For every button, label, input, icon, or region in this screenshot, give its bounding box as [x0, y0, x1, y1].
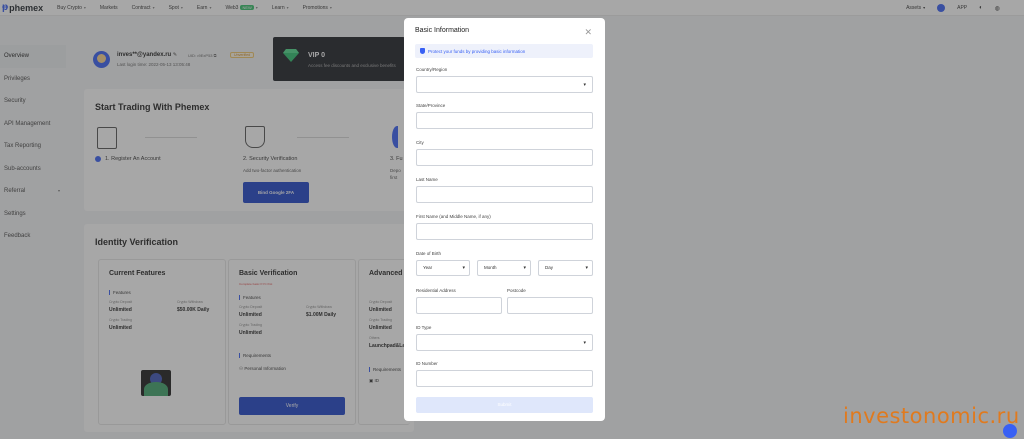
- modal-title: Basic Information: [415, 27, 470, 34]
- postcode-input[interactable]: [507, 297, 593, 314]
- caret-down-icon: ▾: [523, 265, 526, 271]
- id-type-select[interactable]: ▾: [416, 334, 593, 351]
- id-number-label: ID Number: [416, 361, 438, 366]
- last-name-label: Last Name: [416, 177, 438, 182]
- close-icon[interactable]: ✕: [584, 27, 592, 38]
- first-name-input[interactable]: [416, 223, 593, 240]
- country-select[interactable]: ▾: [416, 76, 593, 93]
- city-label: City: [416, 140, 424, 145]
- city-input[interactable]: [416, 149, 593, 166]
- basic-information-modal: Basic Information ✕ Protect your funds b…: [404, 18, 605, 421]
- address-label: Residential Address: [416, 288, 456, 293]
- info-banner: Protect your funds by providing basic in…: [415, 44, 593, 58]
- id-number-input[interactable]: [416, 370, 593, 387]
- state-input[interactable]: [416, 112, 593, 129]
- day-select[interactable]: Day ▾: [538, 260, 593, 276]
- id-type-label: ID Type: [416, 325, 432, 330]
- dob-label: Date of Birth: [416, 251, 442, 256]
- chat-icon[interactable]: [1003, 424, 1017, 438]
- submit-button[interactable]: Submit: [416, 397, 593, 413]
- first-name-label: First Name (and Middle Name, if any): [416, 214, 491, 219]
- address-input[interactable]: [416, 297, 502, 314]
- postcode-label: Postcode: [507, 288, 526, 293]
- year-select[interactable]: Year ▾: [416, 260, 470, 276]
- month-select[interactable]: Month ▾: [477, 260, 531, 276]
- caret-down-icon: ▾: [462, 265, 465, 271]
- last-name-input[interactable]: [416, 186, 593, 203]
- caret-down-icon: ▾: [585, 265, 588, 271]
- shield-icon: [420, 48, 425, 54]
- country-label: Country/Region: [416, 67, 448, 72]
- watermark: investonomic.ru: [843, 404, 1020, 428]
- caret-down-icon: ▾: [583, 82, 586, 88]
- state-label: State/Province: [416, 103, 446, 108]
- caret-down-icon: ▾: [583, 340, 586, 346]
